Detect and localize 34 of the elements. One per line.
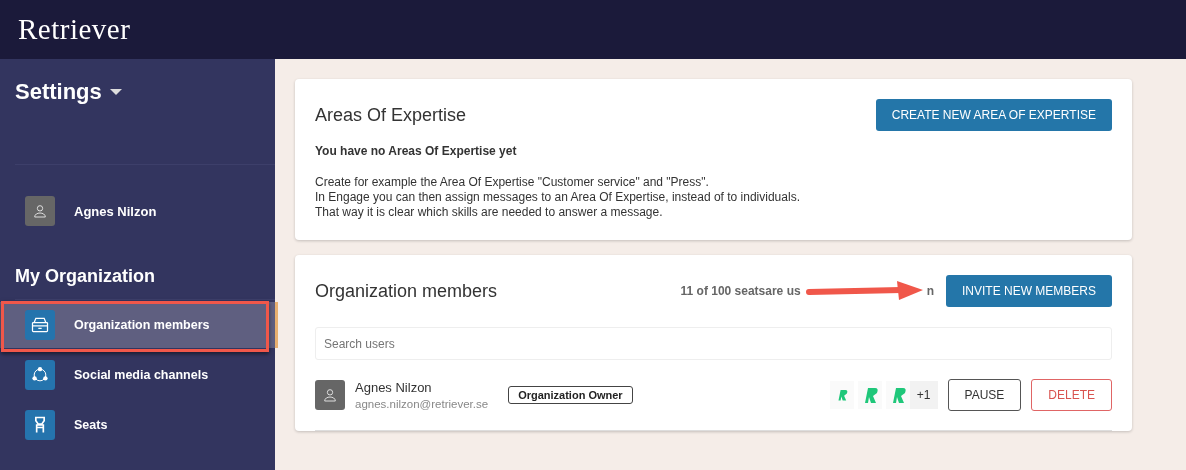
pause-button[interactable]: PAUSE — [947, 379, 1022, 411]
channel-logo-icon — [885, 381, 910, 409]
arrow-icon — [804, 279, 925, 303]
description-text: Create for example the Area Of Expertise "Customer service" and "Press". — [315, 175, 710, 190]
card-title: Organization members — [315, 280, 498, 302]
user-name: Agnes Nilzon — [74, 203, 157, 219]
logo: Retriever — [18, 13, 131, 46]
seats-text: 11 of 100 seatsare us — [680, 284, 801, 298]
role-badge: Organization Owner — [508, 386, 633, 404]
avatar-icon — [25, 196, 55, 226]
seats-text: n — [926, 284, 934, 298]
inbox-tray-icon — [25, 310, 55, 340]
chair-icon — [25, 410, 55, 440]
settings-dropdown[interactable]: Settings — [15, 79, 122, 105]
card-title: Areas Of Expertise — [315, 104, 467, 126]
member-email: agnes.nilzon@retriever.se — [355, 398, 489, 410]
description-text: That way it is clear which skills are needed to answer a message. — [315, 205, 664, 220]
user-item[interactable]: Agnes Nilzon — [0, 195, 275, 227]
caret-icon — [109, 89, 122, 95]
section-heading: My Organization — [15, 266, 156, 287]
nav-item[interactable]: Seats — [0, 402, 275, 448]
invite-members-button[interactable]: INVITE NEW MEMBERS — [946, 275, 1112, 307]
channel-logo-icon — [857, 381, 882, 409]
search-field[interactable]: Search users — [315, 327, 1112, 360]
more-count: +1 — [909, 381, 938, 409]
avatar-icon — [315, 380, 345, 410]
empty-message: You have no Areas Of Expertise yet — [315, 144, 518, 158]
selection-indicator — [275, 302, 278, 348]
nav-item[interactable]: Social media channels — [0, 352, 275, 398]
member-name: Agnes Nilzon — [355, 380, 433, 395]
description-text: In Engage you can then assign messages to an Area Of Expertise, instead of to individuals. — [315, 190, 801, 205]
delete-button[interactable]: DELETE — [1031, 379, 1112, 411]
create-area-button[interactable]: CREATE NEW AREA OF EXPERTISE — [875, 99, 1112, 131]
channel-logo-icon — [829, 381, 854, 409]
